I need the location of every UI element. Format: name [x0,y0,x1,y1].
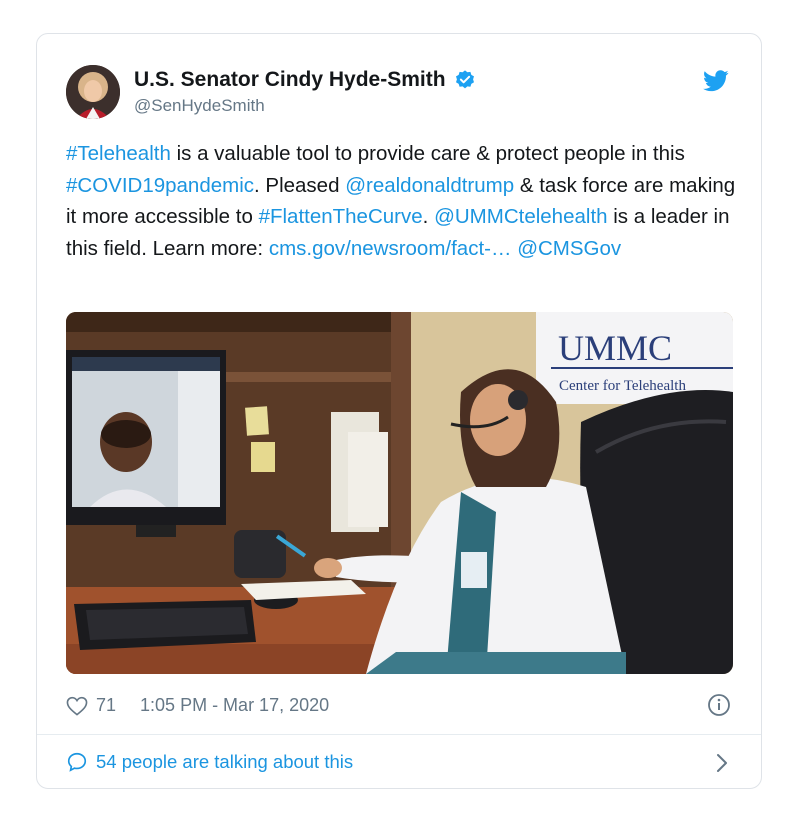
mention-cmsgov[interactable]: @CMSGov [517,237,621,260]
like-count[interactable]: 71 [96,695,116,716]
hashtag-covid19pandemic[interactable]: #COVID19pandemic [66,174,254,197]
divider [37,734,761,735]
heart-icon[interactable] [66,696,88,716]
tweet-meta: 71 1:05 PM - Mar 17, 2020 [66,695,329,716]
info-icon[interactable] [707,693,731,717]
conversation-link[interactable]: 54 people are talking about this [66,751,353,773]
twitter-bird-icon[interactable] [703,70,729,92]
tweet-card: U.S. Senator Cindy Hyde-Smith @SenHydeSm… [36,33,762,789]
tweet-text: #Telehealth is a valuable tool to provid… [66,138,746,264]
speech-bubble-icon [67,752,87,772]
hashtag-telehealth[interactable]: #Telehealth [66,142,171,165]
author-name-text[interactable]: U.S. Senator Cindy Hyde-Smith [134,68,446,92]
tweet-photo[interactable]: UMMC Center for Telehealth [66,312,733,674]
avatar[interactable] [66,65,120,119]
author-name[interactable]: U.S. Senator Cindy Hyde-Smith [134,68,476,92]
verified-badge-icon [455,70,474,89]
tweet-text-segment: . [422,205,435,228]
hashtag-flattenthecurve[interactable]: #FlattenTheCurve [259,205,423,228]
article-link[interactable]: cms.gov/newsroom/fact-… [269,237,512,260]
mention-realdonaldtrump[interactable]: @realdonaldtrump [345,174,514,197]
sign-subtitle: Center for Telehealth [559,378,686,394]
conversation-count-text[interactable]: 54 people are talking about this [96,751,353,773]
mention-ummctelehealth[interactable]: @UMMCtelehealth [434,205,607,228]
tweet-timestamp[interactable]: 1:05 PM - Mar 17, 2020 [140,695,329,716]
sign-title: UMMC [558,328,672,368]
tweet-text-segment: is a valuable tool to provide care & pro… [170,142,685,165]
author-handle[interactable]: @SenHydeSmith [134,96,265,116]
chevron-right-icon[interactable] [715,752,729,774]
tweet-text-segment: . Pleased [254,173,346,197]
